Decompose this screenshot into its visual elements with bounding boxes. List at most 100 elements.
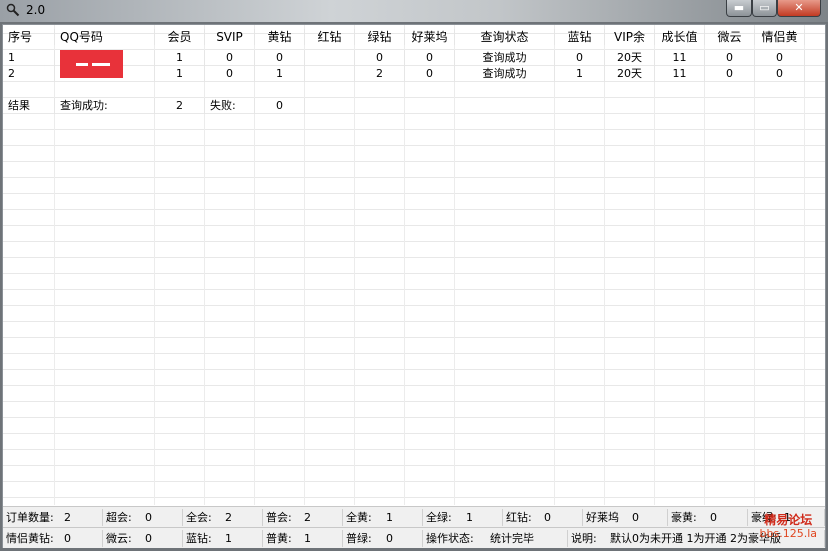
cell-red xyxy=(305,66,355,82)
status1-label: 全绿: xyxy=(426,511,452,524)
cell-growth: 11 xyxy=(655,50,705,66)
cell-hollywood: 0 xyxy=(405,50,455,66)
status2-label: 操作状态: xyxy=(426,532,474,545)
cell-blue: 0 xyxy=(555,50,605,66)
column-header-status: 查询状态 xyxy=(455,29,555,45)
status1-label: 豪黄: xyxy=(671,511,697,524)
status1-value: 0 xyxy=(142,509,183,526)
magnifier-icon xyxy=(6,3,20,17)
column-header-red: 红钻 xyxy=(305,29,355,45)
grid-line xyxy=(304,25,305,505)
grid-line xyxy=(404,25,405,505)
cell-hollywood: 0 xyxy=(405,66,455,82)
column-header-svip: SVIP xyxy=(205,29,255,45)
cell-status: 查询成功 xyxy=(455,50,555,66)
status1-value: 0 xyxy=(707,509,748,526)
close-button[interactable]: ✕ xyxy=(777,0,821,17)
minimize-button[interactable]: ▬ xyxy=(726,0,752,17)
status2-label: 微云: xyxy=(106,532,132,545)
column-header-index: 序号 xyxy=(3,29,55,45)
window-title: 2.0 xyxy=(26,3,46,17)
column-header-qq: QQ号码 xyxy=(55,29,155,45)
column-header-yellow: 黄钻 xyxy=(255,29,305,45)
status1-label: 订单数量: xyxy=(6,511,54,524)
grid-line xyxy=(754,25,755,505)
column-header-vip-left: VIP余 xyxy=(605,29,655,45)
grid-line xyxy=(454,25,455,505)
column-header-hollywood: 好莱坞 xyxy=(405,29,455,45)
forum-watermark: 精易论坛 bbs.125.la xyxy=(760,513,817,541)
maximize-icon: ▭ xyxy=(759,1,770,14)
status2-value: 1 xyxy=(301,530,343,547)
status1-value: 1 xyxy=(463,509,503,526)
grid-line xyxy=(654,25,655,505)
grid-line xyxy=(154,25,155,505)
cell-green: 2 xyxy=(355,66,405,82)
cell-couple-yellow: 0 xyxy=(755,66,805,82)
status1-value: 2 xyxy=(301,509,343,526)
summary-status-bar: 订单数量: 2 超会: 0 全会: 2 普会: 2 全黄: 1 全绿: 1 红钻: 0 好莱坞 0 豪黄: 0 豪绿… xyxy=(3,506,825,527)
column-header-green: 绿钻 xyxy=(355,29,405,45)
column-header-growth: 成长值 xyxy=(655,29,705,45)
status2-label: 情侣黄钻: xyxy=(6,532,54,545)
cell-blue: 1 xyxy=(555,66,605,82)
cell-member: 1 xyxy=(155,66,205,82)
grid-line xyxy=(554,25,555,505)
column-header-member: 会员 xyxy=(155,29,205,45)
column-header-weiyun: 微云 xyxy=(705,29,755,45)
table-row[interactable]: 2 1 0 1 2 0 查询成功 1 20天 11 0 0 xyxy=(3,66,825,82)
status2-label: 蓝钻: xyxy=(186,532,212,545)
success-count: 2 xyxy=(155,98,205,114)
cell-red xyxy=(305,50,355,66)
cell-couple-yellow: 0 xyxy=(755,50,805,66)
grid-line xyxy=(804,25,805,505)
grid-line xyxy=(354,25,355,505)
cell-growth: 11 xyxy=(655,66,705,82)
cell-svip: 0 xyxy=(205,66,255,82)
cell-weiyun: 0 xyxy=(705,66,755,82)
grid-line xyxy=(604,25,605,505)
cell-green: 0 xyxy=(355,50,405,66)
maximize-button[interactable]: ▭ xyxy=(752,0,777,17)
status1-value: 2 xyxy=(61,509,103,526)
table-header: 序号 QQ号码 会员 SVIP 黄钻 红钻 绿钻 好莱坞 查询状态 蓝钻 VIP余 成长值 微云 情侣黄 xyxy=(3,29,825,45)
status1-label: 超会: xyxy=(106,511,132,524)
title-bar: 2.0 ▬ ▭ ✕ xyxy=(0,0,828,22)
status2-value: 0 xyxy=(383,530,423,547)
column-header-blue: 蓝钻 xyxy=(555,29,605,45)
status1-value: 1 xyxy=(383,509,423,526)
status1-label: 全会: xyxy=(186,511,212,524)
table-row[interactable]: 1 1 0 0 0 0 查询成功 0 20天 11 0 0 xyxy=(3,50,825,66)
fail-label: 失败: xyxy=(205,98,255,114)
cell-svip: 0 xyxy=(205,50,255,66)
minimize-icon: ▬ xyxy=(733,1,745,14)
main-window: 序号 QQ号码 会员 SVIP 黄钻 红钻 绿钻 好莱坞 查询状态 蓝钻 VIP余 成长值 微云 情侣黄 … xyxy=(2,24,826,548)
cell-status: 查询成功 xyxy=(455,66,555,82)
close-icon: ✕ xyxy=(794,1,804,14)
cell-yellow: 0 xyxy=(255,50,305,66)
status2-value: 统计完毕 xyxy=(487,530,568,547)
grid-line xyxy=(54,25,55,505)
status1-value: 2 xyxy=(222,509,263,526)
watermark-url: bbs.125.la xyxy=(759,527,817,540)
watermark-title: 精易论坛 xyxy=(764,513,813,527)
cell-yellow: 1 xyxy=(255,66,305,82)
status1-value: 0 xyxy=(541,509,583,526)
status1-label: 红钻: xyxy=(506,511,532,524)
redacted-qq-number xyxy=(60,50,123,78)
fail-count: 0 xyxy=(255,98,305,114)
cell-weiyun: 0 xyxy=(705,50,755,66)
success-label: 查询成功: xyxy=(55,98,155,114)
result-row: 结果 查询成功: 2 失败: 0 xyxy=(3,98,825,114)
status1-value: 0 xyxy=(629,509,668,526)
info-status-bar: 情侣黄钻: 0 微云: 0 蓝钻: 1 普黄: 1 普绿: 0 操作状态: 统计完毕 说明: 默认0为未开… xyxy=(3,527,825,548)
result-label: 结果 xyxy=(3,98,55,114)
status1-label: 好莱坞 xyxy=(586,511,619,524)
status2-value: 0 xyxy=(142,530,183,547)
status2-label: 普黄: xyxy=(266,532,292,545)
status2-value: 0 xyxy=(61,530,103,547)
result-grid[interactable]: 序号 QQ号码 会员 SVIP 黄钻 红钻 绿钻 好莱坞 查询状态 蓝钻 VIP余 成长值 微云 情侣黄 … xyxy=(3,25,825,505)
grid-line xyxy=(204,25,205,505)
grid-line xyxy=(704,25,705,505)
status2-value: 1 xyxy=(222,530,263,547)
